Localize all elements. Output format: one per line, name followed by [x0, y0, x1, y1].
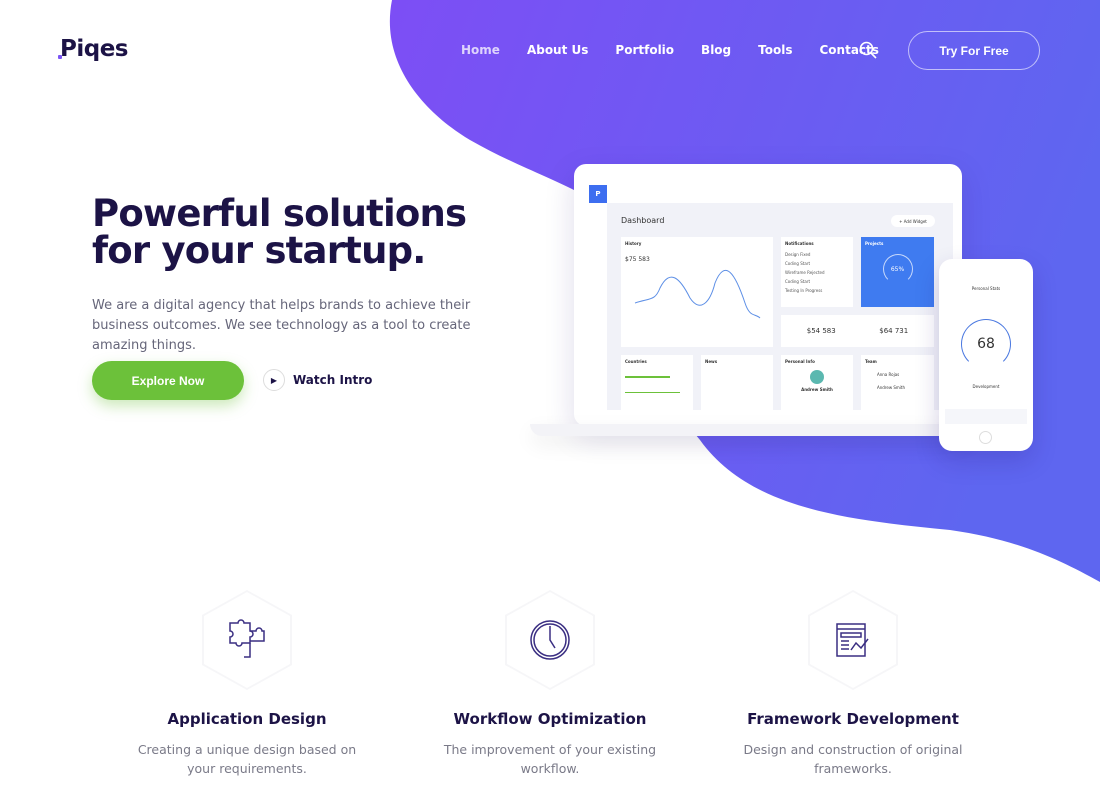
- countries-card: Countries: [621, 355, 693, 410]
- logo-text: Piqes: [60, 36, 129, 62]
- phone-title: Personal Stats: [971, 286, 1001, 291]
- browser-chart-icon: [836, 623, 869, 657]
- hero-title-line2: for your startup.: [92, 229, 426, 272]
- news-card: News: [701, 355, 773, 410]
- hero-lead: We are a digital agency that helps brand…: [92, 298, 471, 353]
- countries-title: Countries: [625, 359, 647, 364]
- feature-text: The improvement of your existing workflo…: [443, 742, 657, 776]
- feature-application-design: Application Design Creating a unique desi…: [97, 710, 397, 778]
- projects-gauge: 65%: [882, 254, 913, 284]
- feature-text: Creating a unique design based on your r…: [137, 742, 357, 776]
- hero-title: Powerful solutions for your startup.: [92, 195, 467, 272]
- team-member: Andrew Smith: [877, 385, 906, 390]
- clock-icon: [530, 620, 570, 660]
- projects-title: Projects: [865, 241, 884, 246]
- nav-tools[interactable]: Tools: [758, 43, 792, 57]
- dashboard-title: Dashboard: [621, 216, 665, 225]
- play-icon: ▶: [263, 369, 285, 391]
- notification-item: Testing In Progress: [785, 288, 823, 293]
- phone-mockup: Personal Stats 68 Development: [939, 259, 1033, 451]
- laptop-mockup: P Dashboard + Add Widget History $75 583…: [574, 164, 962, 426]
- nav-blog[interactable]: Blog: [701, 43, 731, 57]
- phone-gauge-value: 68: [961, 319, 1011, 369]
- phone-home-button: [979, 431, 992, 444]
- nav-about[interactable]: About Us: [527, 43, 588, 57]
- notification-item: Wireframe Rejected: [785, 270, 825, 275]
- notifications-card: Notifications Design Fixed Coding Start …: [781, 237, 853, 307]
- explore-now-button[interactable]: Explore Now: [92, 361, 244, 400]
- try-for-free-button[interactable]: Try For Free: [908, 31, 1040, 70]
- notification-item: Design Fixed: [785, 252, 811, 257]
- personal-title: Personal Info: [785, 359, 815, 364]
- feature-text: Design and construction of original fram…: [743, 742, 963, 776]
- team-member: Anna Rojas: [877, 372, 900, 377]
- logo[interactable]: Piqes: [58, 36, 129, 62]
- feature-workflow-optimization: Workflow Optimization The improvement of …: [400, 710, 700, 778]
- watch-intro-button[interactable]: ▶ Watch Intro: [263, 369, 372, 391]
- phone-label: Development: [972, 384, 1000, 389]
- stat-1: $54 583: [806, 327, 836, 335]
- nav-home[interactable]: Home: [461, 43, 500, 57]
- stats-card: $54 583 $64 731: [781, 315, 934, 347]
- history-line-chart: [634, 269, 761, 319]
- feature-title: Workflow Optimization: [453, 710, 647, 728]
- notifications-title: Notifications: [785, 241, 814, 246]
- team-title: Team: [865, 359, 877, 364]
- notification-item: Coding Start: [785, 279, 811, 284]
- feature-title: Application Design: [167, 710, 327, 728]
- puzzle-icon: [229, 619, 265, 658]
- history-title: History: [625, 241, 642, 246]
- history-card: History $75 583: [621, 237, 773, 347]
- search-icon[interactable]: [859, 41, 877, 59]
- dashboard-screen: P Dashboard + Add Widget History $75 583…: [589, 185, 953, 410]
- laptop-base: [530, 424, 975, 436]
- personal-info-card: Personal Info Andrew Smith: [781, 355, 853, 410]
- person-name: Andrew Smith: [801, 387, 833, 392]
- balance: $75 583: [625, 256, 650, 263]
- feature-title: Framework Development: [747, 710, 959, 728]
- team-card: Team Anna Rojas Andrew Smith: [861, 355, 934, 410]
- feature-framework-development: Framework Development Design and construc…: [703, 710, 1003, 778]
- stat-2: $64 731: [879, 327, 909, 335]
- watch-intro-label: Watch Intro: [293, 373, 373, 387]
- add-widget: + Add Widget: [891, 215, 935, 227]
- main-nav: Home About Us Portfolio Blog Tools Conta…: [461, 43, 906, 57]
- news-title: News: [705, 359, 718, 364]
- nav-portfolio[interactable]: Portfolio: [615, 43, 674, 57]
- avatar: [810, 370, 824, 384]
- projects-card: Projects 65%: [861, 237, 934, 307]
- notification-item: Coding Start: [785, 261, 811, 266]
- dashboard-logo: P: [589, 185, 607, 203]
